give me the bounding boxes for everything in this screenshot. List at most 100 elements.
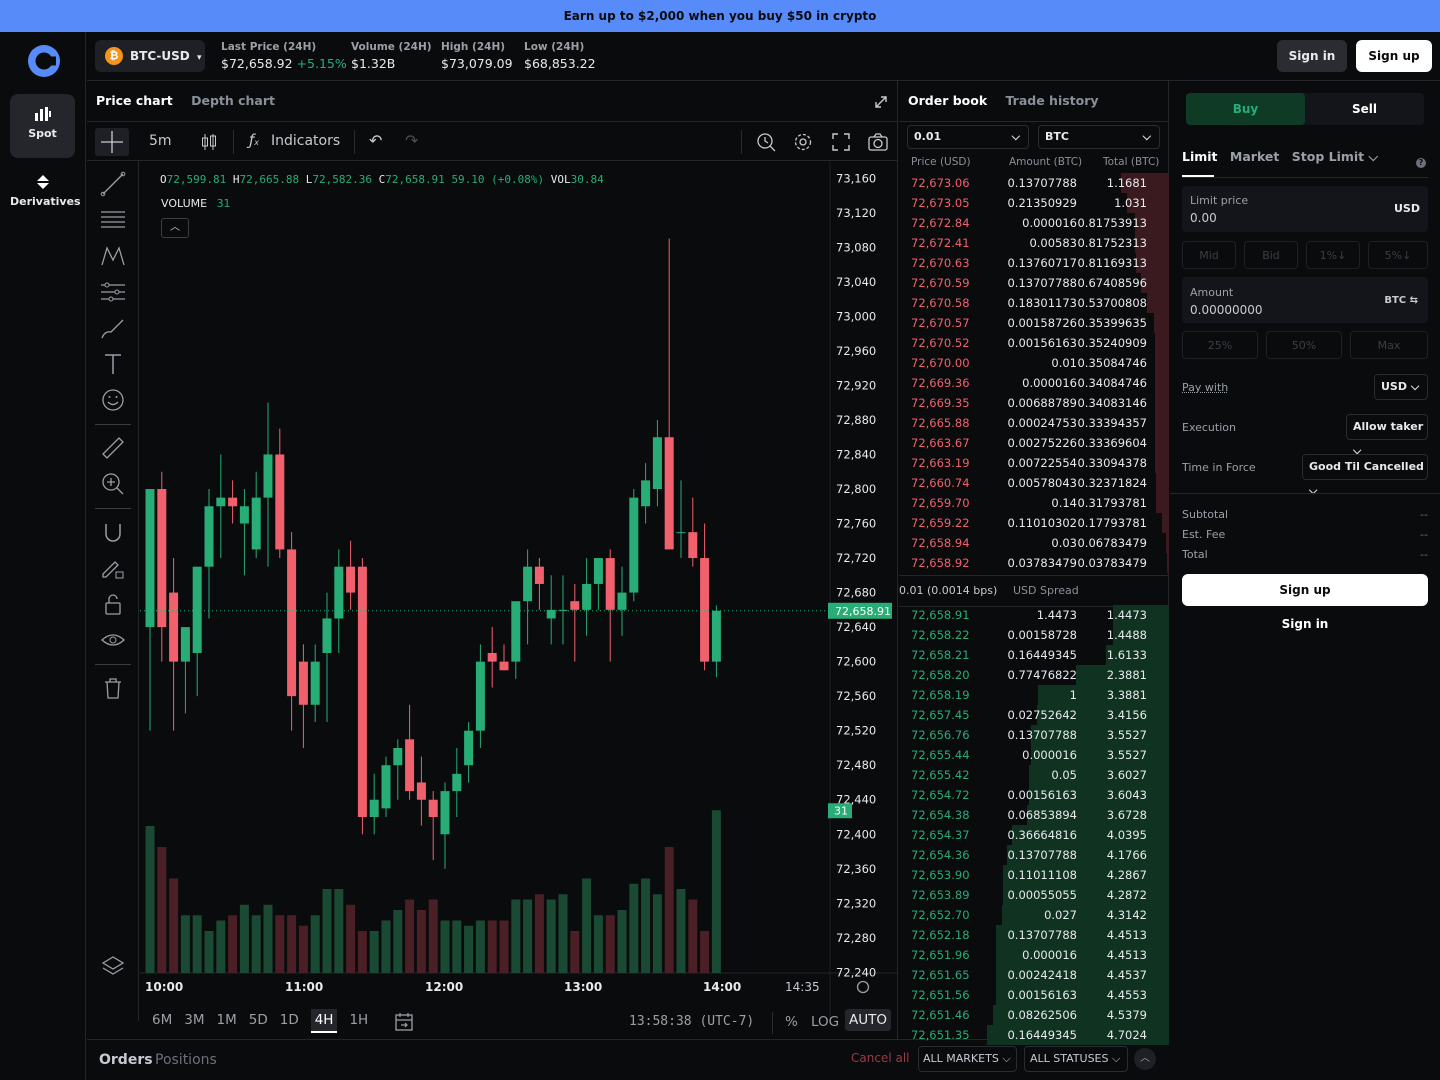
sell-tab[interactable]: Sell (1305, 93, 1424, 125)
bid-row[interactable]: 72,651.65 0.00242418 4.4537 (899, 965, 1169, 985)
auto-scale-button[interactable]: AUTO (845, 1009, 891, 1031)
trendline-icon[interactable] (97, 168, 129, 200)
brush-icon[interactable] (97, 312, 129, 344)
ask-row[interactable]: 72,670.00 0.01 0.35084746 (899, 353, 1169, 373)
unit-select[interactable]: BTC ⌵ (1038, 125, 1160, 149)
magnet-icon[interactable] (97, 516, 129, 548)
bid-row[interactable]: 72,654.37 0.36664816 4.0395 (899, 825, 1169, 845)
percent-scale-button[interactable]: % (785, 1014, 798, 1030)
ask-row[interactable]: 72,673.05 0.21350929 1.031 (899, 193, 1169, 213)
quick-mid-button[interactable]: Mid (1182, 241, 1236, 269)
lock-pencil-icon[interactable] (97, 552, 129, 584)
pair-selector[interactable]: ₿ BTC-USD ▾ (95, 40, 205, 72)
tab-order-book[interactable]: Order book (908, 93, 987, 108)
bid-row[interactable]: 72,658.19 1 3.3881 (899, 685, 1169, 705)
tab-orders[interactable]: Orders (99, 1052, 153, 1068)
sign-up-button[interactable]: Sign up (1356, 40, 1432, 72)
bid-row[interactable]: 72,651.96 0.000016 4.4513 (899, 945, 1169, 965)
pct-max-button[interactable]: Max (1350, 331, 1428, 359)
interval-selector[interactable]: 5m (149, 133, 172, 149)
bid-row[interactable]: 72,658.91 1.4473 1.4473 (899, 605, 1169, 625)
ask-row[interactable]: 72,669.35 0.00688789 0.34083146 (899, 393, 1169, 413)
lock-icon[interactable] (97, 588, 129, 620)
bid-row[interactable]: 72,655.42 0.05 3.6027 (899, 765, 1169, 785)
forecast-icon[interactable] (97, 276, 129, 308)
bid-row[interactable]: 72,652.18 0.13707788 4.4513 (899, 925, 1169, 945)
range-4h-button[interactable]: 4H (310, 1009, 338, 1033)
range-3m-button[interactable]: 3M (184, 1012, 204, 1032)
ask-row[interactable]: 72,665.88 0.00024753 0.33394357 (899, 413, 1169, 433)
ask-row[interactable]: 72,670.63 0.13760717 0.81169313 (899, 253, 1169, 273)
tab-stop-limit[interactable]: Stop Limit (1292, 149, 1364, 164)
bid-row[interactable]: 72,654.36 0.13707788 4.1766 (899, 845, 1169, 865)
bid-row[interactable]: 72,654.38 0.06853894 3.6728 (899, 805, 1169, 825)
markets-filter[interactable]: ALL MARKETS ⌵ (918, 1046, 1017, 1072)
coinbase-logo[interactable] (27, 44, 61, 78)
nav-derivatives[interactable]: Derivatives (10, 162, 81, 226)
indicators-button[interactable]: Indicators (271, 133, 340, 149)
buy-tab[interactable]: Buy (1186, 93, 1305, 125)
bid-row[interactable]: 72,658.20 0.77476822 2.3881 (899, 665, 1169, 685)
bid-row[interactable]: 72,658.21 0.16449345 1.6133 (899, 645, 1169, 665)
ask-row[interactable]: 72,670.59 0.13707788 0.67408596 (899, 273, 1169, 293)
tif-select[interactable]: Good Til Cancelled ⌵ (1302, 454, 1428, 497)
fib-lines-icon[interactable] (97, 204, 129, 236)
range-6m-button[interactable]: 6M (152, 1012, 172, 1032)
quick-1pct-button[interactable]: 1%↓ (1306, 241, 1360, 269)
sign-in-link[interactable]: Sign in (1182, 614, 1428, 634)
ruler-icon[interactable] (97, 432, 129, 464)
price-chart[interactable]: 73,160 73,120 73,080 73,040 73,000 72,960 72,9… (140, 161, 898, 1018)
aggregation-select[interactable]: 0.01 ⌵ (907, 125, 1029, 149)
status-filter[interactable]: ALL STATUSES ⌵ (1024, 1046, 1128, 1072)
tab-limit[interactable]: Limit (1182, 149, 1218, 164)
ask-row[interactable]: 72,660.74 0.00578043 0.32371824 (899, 473, 1169, 493)
tab-trade-history[interactable]: Trade history (1006, 93, 1099, 108)
range-1h-button[interactable]: 1H (349, 1012, 368, 1032)
range-1m-button[interactable]: 1M (217, 1012, 237, 1032)
log-scale-button[interactable]: LOG (811, 1014, 839, 1030)
trash-icon[interactable] (97, 672, 129, 704)
zoom-in-icon[interactable] (97, 468, 129, 500)
amount-unit[interactable]: BTC ⇆ (1384, 295, 1418, 306)
pay-with-select[interactable]: USD ⌵ (1374, 374, 1428, 400)
tab-depth-chart[interactable]: Depth chart (191, 93, 275, 108)
axis-settings-icon[interactable] (856, 980, 870, 994)
calendar-icon[interactable] (393, 1011, 415, 1033)
bid-row[interactable]: 72,653.90 0.11011108 4.2867 (899, 865, 1169, 885)
pct-50-button[interactable]: 50% (1266, 331, 1342, 359)
quick-bid-button[interactable]: Bid (1244, 241, 1298, 269)
ask-row[interactable]: 72,669.36 0.000016 0.34084746 (899, 373, 1169, 393)
crosshair-icon[interactable] (95, 128, 129, 156)
ask-row[interactable]: 72,672.41 0.00583 0.81752313 (899, 233, 1169, 253)
ask-row[interactable]: 72,659.22 0.11010302 0.17793781 (899, 513, 1169, 533)
bid-row[interactable]: 72,654.72 0.00156163 3.6043 (899, 785, 1169, 805)
redo-icon[interactable]: ↷ (405, 131, 418, 150)
eye-icon[interactable] (97, 624, 129, 656)
gear-icon[interactable] (792, 131, 814, 153)
camera-icon[interactable] (867, 132, 889, 152)
nav-spot[interactable]: Spot (10, 94, 75, 158)
ask-row[interactable]: 72,663.19 0.00722554 0.33094378 (899, 453, 1169, 473)
layers-icon[interactable] (97, 949, 129, 981)
undo-icon[interactable]: ↶ (369, 131, 382, 150)
bid-row[interactable]: 72,655.44 0.000016 3.5527 (899, 745, 1169, 765)
range-5d-button[interactable]: 5D (249, 1012, 268, 1032)
emoji-icon[interactable] (97, 384, 129, 416)
bid-row[interactable]: 72,658.22 0.00158728 1.4488 (899, 625, 1169, 645)
ask-row[interactable]: 72,663.67 0.00275226 0.33369604 (899, 433, 1169, 453)
replay-icon[interactable] (755, 131, 777, 153)
amount-field[interactable]: Amount 0.00000000 BTC ⇆ (1182, 277, 1428, 323)
sign-up-button[interactable]: Sign up (1182, 574, 1428, 606)
sign-in-button[interactable]: Sign in (1277, 40, 1347, 72)
ask-row[interactable]: 72,670.52 0.00156163 0.35240909 (899, 333, 1169, 353)
ask-row[interactable]: 72,670.57 0.00158726 0.35399635 (899, 313, 1169, 333)
ask-row[interactable]: 72,673.06 0.13707788 1.1681 (899, 173, 1169, 193)
bid-row[interactable]: 72,651.46 0.08262506 4.5379 (899, 1005, 1169, 1025)
text-icon[interactable] (97, 348, 129, 380)
info-icon[interactable]: ? (1416, 158, 1426, 168)
expand-icon[interactable] (874, 95, 888, 109)
bid-row[interactable]: 72,653.89 0.00055055 4.2872 (899, 885, 1169, 905)
ask-row[interactable]: 72,658.94 0.03 0.06783479 (899, 533, 1169, 553)
tab-market[interactable]: Market (1230, 149, 1279, 164)
promo-banner[interactable]: Earn up to $2,000 when you buy $50 in cr… (0, 0, 1440, 32)
